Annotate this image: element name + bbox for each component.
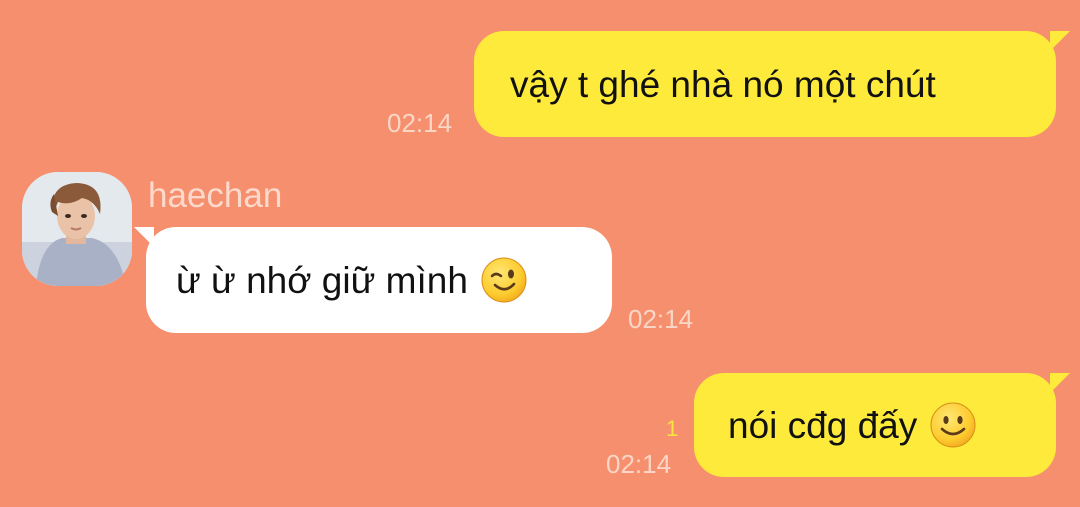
sender-name: haechan [148,176,283,215]
message-timestamp: 02:14 [387,108,453,138]
outgoing-message-bubble[interactable]: nói cđg đấy [694,373,1070,477]
message-timestamp: 02:14 [606,449,672,479]
message-text: vậy t ghé nhà nó một chút [510,63,936,105]
profile-photo [22,172,132,286]
message-timestamp: 02:14 [628,304,694,334]
avatar[interactable] [22,172,132,286]
outgoing-message-bubble[interactable]: vậy t ghé nhà nó một chút [474,31,1070,137]
smiling-face-emoji-icon [929,401,977,449]
message-text: ừ ừ nhớ giữ mình [176,259,468,301]
winking-face-emoji-icon [480,256,528,304]
unread-count-badge: 1 [666,416,679,441]
message-text: nói cđg đấy [728,404,918,446]
incoming-message-bubble[interactable]: ừ ừ nhớ giữ mình [134,227,612,333]
